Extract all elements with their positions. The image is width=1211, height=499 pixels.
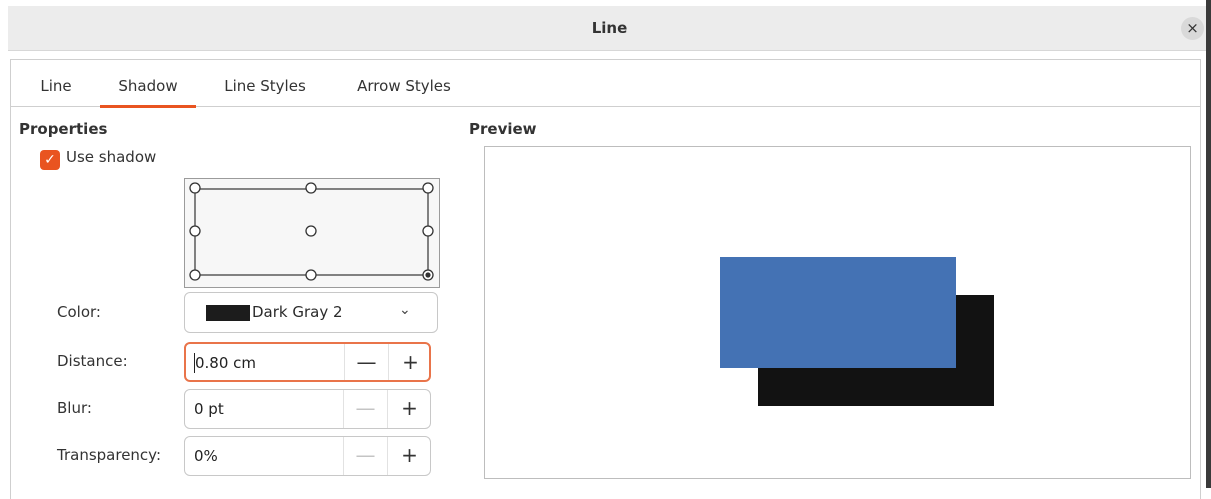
tab-arrow-styles[interactable]: Arrow Styles xyxy=(348,60,460,107)
position-bottom-left[interactable] xyxy=(189,269,201,281)
position-bottom-center[interactable] xyxy=(305,269,317,281)
distance-input[interactable]: 0.80 cm xyxy=(195,354,256,372)
blur-decrease-button[interactable]: — xyxy=(343,390,387,428)
position-selected-dot xyxy=(425,272,431,278)
position-middle-right[interactable] xyxy=(422,225,434,237)
distance-decrease-button[interactable]: — xyxy=(344,344,388,380)
dialog-title: Line xyxy=(591,19,628,37)
preview-heading: Preview xyxy=(469,120,537,138)
color-value: Dark Gray 2 xyxy=(252,303,343,321)
position-middle-left[interactable] xyxy=(189,225,201,237)
blur-spinbox[interactable]: 0 pt — + xyxy=(184,389,431,429)
close-icon: × xyxy=(1186,19,1199,37)
distance-label: Distance: xyxy=(57,352,128,370)
blur-input[interactable]: 0 pt xyxy=(194,400,224,418)
distance-spinbox[interactable]: 0.80 cm — + xyxy=(184,342,431,382)
preview-object-shape xyxy=(720,257,956,368)
transparency-input[interactable]: 0% xyxy=(194,447,218,465)
tab-line-styles[interactable]: Line Styles xyxy=(218,60,312,107)
color-dropdown[interactable]: Dark Gray 2 ⌄ xyxy=(184,292,438,333)
blur-increase-button[interactable]: + xyxy=(387,390,431,428)
shadow-position-selector[interactable] xyxy=(184,178,440,288)
use-shadow-label[interactable]: Use shadow xyxy=(66,148,156,166)
position-top-center[interactable] xyxy=(305,182,317,194)
tab-line[interactable]: Line xyxy=(36,60,76,107)
transparency-decrease-button[interactable]: — xyxy=(343,437,387,475)
distance-increase-button[interactable]: + xyxy=(388,344,432,380)
transparency-spinbox[interactable]: 0% — + xyxy=(184,436,431,476)
properties-heading: Properties xyxy=(19,120,108,138)
title-bar: Line × xyxy=(8,6,1211,51)
window-edge xyxy=(1206,0,1211,488)
preview-area xyxy=(484,146,1191,479)
transparency-label: Transparency: xyxy=(57,446,162,464)
color-swatch xyxy=(206,305,250,321)
blur-label: Blur: xyxy=(57,399,92,417)
tab-shadow[interactable]: Shadow xyxy=(100,60,196,108)
position-grid-drawing xyxy=(189,182,434,281)
chevron-down-icon: ⌄ xyxy=(399,302,411,318)
position-top-right[interactable] xyxy=(422,182,434,194)
position-center[interactable] xyxy=(305,225,317,237)
close-button[interactable]: × xyxy=(1181,17,1204,40)
check-icon: ✓ xyxy=(44,152,56,168)
tab-bar: Line Shadow Line Styles Arrow Styles xyxy=(11,60,1200,108)
transparency-increase-button[interactable]: + xyxy=(387,437,431,475)
color-label: Color: xyxy=(57,303,101,321)
use-shadow-checkbox[interactable]: ✓ xyxy=(40,150,60,170)
position-top-left[interactable] xyxy=(189,182,201,194)
